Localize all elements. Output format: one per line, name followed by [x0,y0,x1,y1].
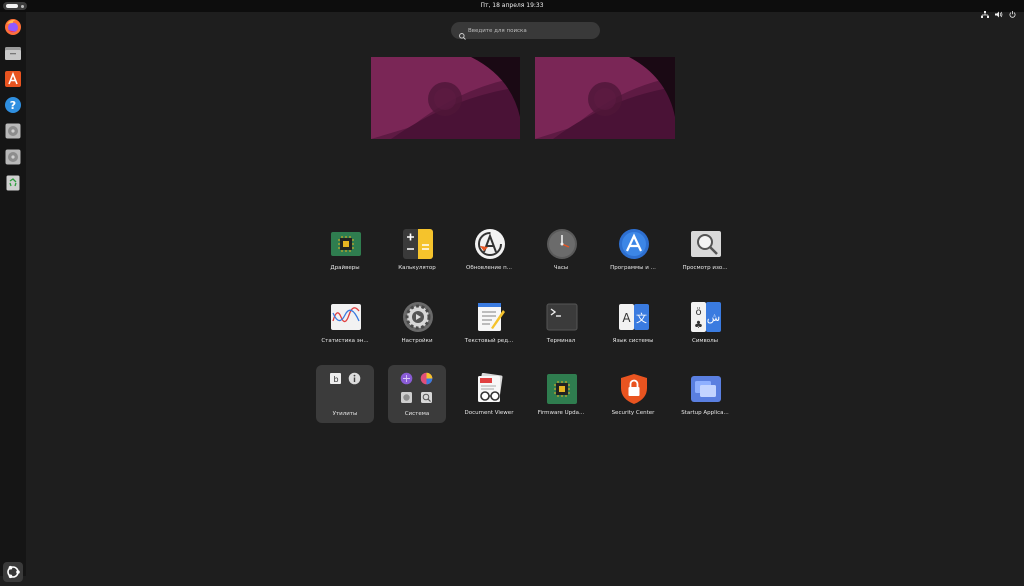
app-power-statistics[interactable]: Статистика эн... [316,301,374,359]
folder-system[interactable]: Система [388,365,446,423]
app-center-icon[interactable] [4,70,22,88]
firefox-icon[interactable] [4,18,22,36]
app-document-viewer[interactable]: Document Viewer [460,373,518,431]
app-updater[interactable]: Обновление п... [460,228,518,286]
app-language[interactable]: A文 Язык системы [604,301,662,359]
app-settings[interactable]: Настройки [388,301,446,359]
system-monitor-icon [400,372,413,385]
svg-text:ö: ö [695,307,701,318]
settings-icon [402,301,434,333]
document-icon: b [329,372,342,385]
updater-icon [474,228,506,260]
terminal-icon [546,301,578,333]
show-apps-button[interactable] [3,562,23,582]
info-icon [348,372,361,385]
power-stats-icon [330,301,362,333]
system-tray[interactable] [981,2,1016,18]
app-startup-applications[interactable]: Startup Applica... [676,373,734,431]
search-logs-icon [420,391,433,404]
help-icon[interactable]: ? [4,96,22,114]
disk-icon[interactable] [4,148,22,166]
search-input[interactable] [468,22,596,39]
app-software[interactable]: Программы и ... [604,228,662,286]
startup-icon [690,373,722,405]
workspace-thumbnail[interactable] [371,57,520,139]
svg-text:b: b [333,375,338,384]
app-image-viewer[interactable]: Просмотр изо... [676,228,734,286]
svg-text:ش: ش [707,311,720,324]
app-clocks[interactable]: Часы [532,228,590,286]
search-bar[interactable] [451,22,600,40]
ubuntu-logo-icon [7,565,20,579]
lock-icon [618,373,650,405]
language-icon: A文 [618,301,650,333]
app-security-center[interactable]: Security Center [604,373,662,431]
search-icon [458,26,467,40]
trash-icon[interactable] [4,174,22,192]
app-terminal[interactable]: Терминал [532,301,590,359]
characters-icon: ö ♣ ش [690,301,722,333]
app-drivers[interactable]: Драйверы [316,228,374,286]
calculator-icon [402,228,434,260]
disk-icon[interactable] [4,122,22,140]
clock-icon [546,228,578,260]
clock[interactable]: Пт, 18 апреля 19:33 [0,0,1024,12]
top-bar: Пт, 18 апреля 19:33 [0,0,1024,18]
workspace-thumbnail[interactable] [535,57,675,139]
document-viewer-icon [474,373,506,405]
volume-icon[interactable] [995,3,1003,17]
disk-usage-icon [420,372,433,385]
software-icon [618,228,650,260]
image-viewer-icon [690,228,722,260]
svg-text:?: ? [10,99,16,112]
app-calculator[interactable]: Калькулятор [388,228,446,286]
app-text-editor[interactable]: Текстовый ред... [460,301,518,359]
app-firmware-updater[interactable]: Firmware Upda... [532,373,590,431]
svg-text:文: 文 [636,311,647,325]
disks-icon [400,391,413,404]
folder-utilities[interactable]: b Утилиты [316,365,374,423]
dock: ? [0,12,26,582]
firmware-icon [546,373,578,405]
text-editor-icon [474,301,506,333]
svg-text:♣: ♣ [694,320,703,331]
svg-text:A: A [622,311,631,325]
files-icon[interactable] [4,44,22,62]
power-icon[interactable] [1009,3,1016,18]
network-icon[interactable] [981,3,989,18]
chip-icon [330,228,362,260]
app-characters[interactable]: ö ♣ ش Символы [676,301,734,359]
